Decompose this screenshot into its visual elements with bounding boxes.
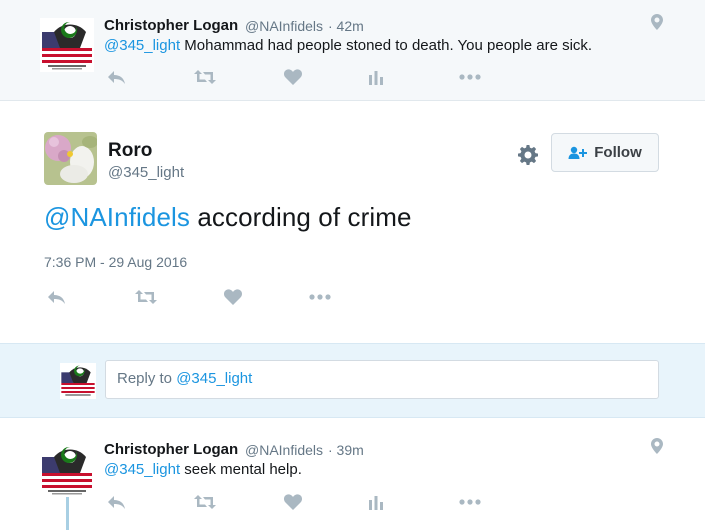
tweet-time[interactable]: · 42m: [328, 18, 364, 34]
analytics-icon[interactable]: [368, 493, 390, 511]
tweet-text: @345_light Mohammad had people stoned to…: [104, 37, 592, 54]
analytics-icon[interactable]: [368, 68, 390, 86]
reply-icon[interactable]: [46, 288, 68, 306]
more-icon[interactable]: [458, 493, 481, 511]
author-name[interactable]: Christopher Logan: [104, 441, 238, 458]
avatar[interactable]: [40, 18, 94, 72]
main-tweet-text: @NAInfidels according of crime: [44, 202, 412, 233]
tweet-body: seek mental help.: [180, 461, 302, 478]
follow-user-icon: [568, 146, 588, 159]
mention-link[interactable]: @345_light: [104, 461, 180, 478]
location-icon[interactable]: [651, 14, 663, 30]
tweet-body: Mohammad had people stoned to death. You…: [180, 37, 593, 54]
mention-link[interactable]: @NAInfidels: [44, 202, 190, 232]
tweet-body: according of crime: [190, 202, 412, 232]
tweet-text: @345_light seek mental help.: [104, 461, 302, 478]
avatar[interactable]: [44, 132, 97, 185]
location-icon[interactable]: [651, 438, 663, 454]
reply-mention: @345_light: [176, 370, 253, 387]
main-tweet: Roro @345_light Follow @NAInfidels accor…: [0, 101, 705, 343]
retweet-icon[interactable]: [134, 288, 157, 306]
more-icon[interactable]: [308, 288, 331, 306]
reply-icon[interactable]: [106, 68, 128, 86]
tweet-timestamp[interactable]: 7:36 PM - 29 Aug 2016: [44, 254, 187, 270]
author-handle[interactable]: @NAInfidels: [245, 442, 323, 458]
tweet-time[interactable]: · 39m: [328, 442, 364, 458]
reply-icon[interactable]: [106, 493, 128, 511]
avatar: [60, 363, 96, 399]
context-tweet-top[interactable]: Christopher Logan @NAInfidels · 42m @345…: [0, 0, 705, 100]
avatar[interactable]: [40, 443, 94, 497]
follow-button[interactable]: Follow: [551, 133, 659, 172]
reply-tweet[interactable]: Christopher Logan @NAInfidels · 39m @345…: [0, 430, 705, 530]
thread-line: [66, 497, 69, 530]
author-handle[interactable]: @345_light: [108, 164, 184, 181]
heart-icon[interactable]: [283, 493, 305, 511]
retweet-icon[interactable]: [193, 68, 216, 86]
heart-icon[interactable]: [283, 68, 305, 86]
more-icon[interactable]: [458, 68, 481, 86]
author-name[interactable]: Christopher Logan: [104, 17, 238, 34]
heart-icon[interactable]: [223, 288, 245, 306]
author-handle[interactable]: @NAInfidels: [245, 18, 323, 34]
retweet-icon[interactable]: [193, 493, 216, 511]
mention-link[interactable]: @345_light: [104, 37, 180, 54]
reply-input[interactable]: Reply to @345_light: [105, 360, 659, 399]
author-name[interactable]: Roro: [108, 140, 152, 162]
follow-button-label: Follow: [594, 144, 642, 161]
reply-placeholder: Reply to: [117, 370, 177, 387]
gear-icon[interactable]: [518, 145, 538, 165]
